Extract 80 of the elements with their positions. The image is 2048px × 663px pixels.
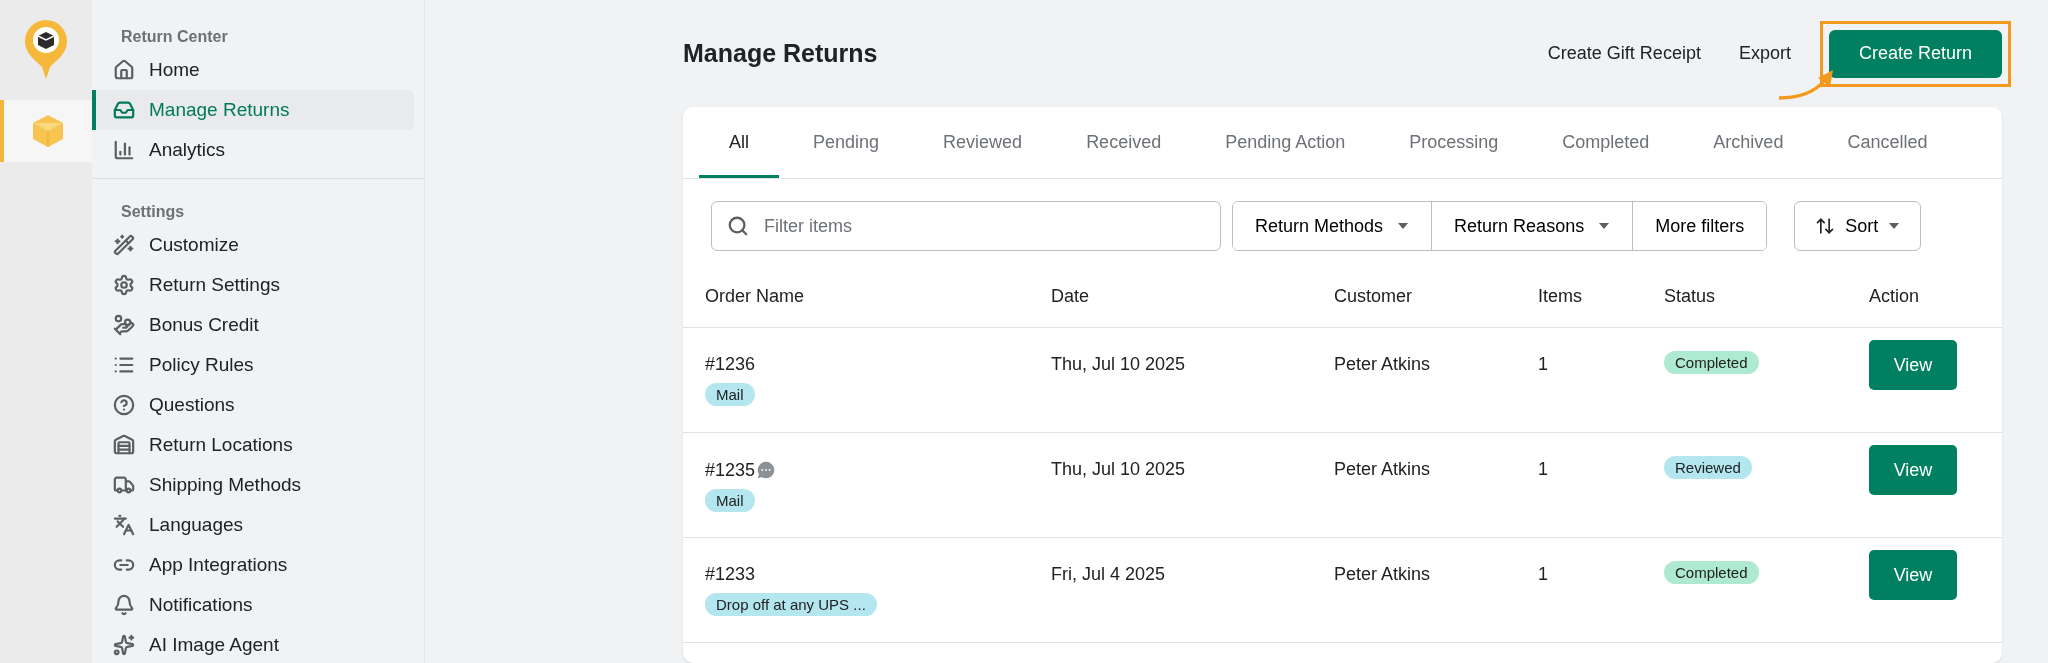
status-tab[interactable]: Cancelled [1817, 107, 1958, 178]
column-header: Order Name [705, 285, 806, 307]
sparkles-icon [113, 634, 135, 656]
return-method-tag: Drop off at any UPS ... [705, 593, 877, 616]
bar-chart-icon [113, 139, 135, 161]
warehouse-icon [113, 434, 135, 456]
status-tab[interactable]: Completed [1532, 107, 1680, 178]
hand-coins-icon [113, 314, 135, 336]
cube-icon [32, 114, 64, 148]
sidebar-item[interactable]: Return Locations [92, 425, 414, 465]
status-badge: Completed [1664, 351, 1759, 374]
status-tab[interactable]: Reviewed [913, 107, 1053, 178]
magic-wand-icon [113, 234, 135, 256]
sidebar-item[interactable]: Languages [92, 505, 414, 545]
sidebar-item[interactable]: Analytics [92, 130, 414, 170]
comment-icon [755, 459, 778, 481]
search-icon [727, 215, 749, 237]
status-tab[interactable]: Pending Action [1195, 107, 1376, 178]
header-action-link[interactable]: Create Gift Receipt [1547, 43, 1701, 64]
question-icon [113, 394, 135, 416]
table-cell-text: Peter Atkins [1334, 459, 1432, 481]
settings-icon [113, 274, 135, 296]
view-button[interactable]: View [1869, 550, 1957, 600]
sidebar-item[interactable]: Return Settings [92, 265, 414, 305]
sidebar-item[interactable]: App Integrations [92, 545, 414, 585]
column-header: Action [1869, 285, 1921, 307]
table-cell-text: 1 [1538, 459, 1549, 481]
table-cell-text: Fri, Jul 4 2025 [1051, 564, 1167, 586]
inbox-icon [113, 99, 135, 121]
order-number: #1235 [705, 459, 756, 481]
truck-icon [113, 474, 135, 496]
column-header: Customer [1334, 285, 1414, 307]
status-tab[interactable]: Received [1056, 107, 1192, 178]
status-badge: Reviewed [1664, 456, 1752, 479]
return-method-tag: Mail [705, 383, 755, 406]
status-tab[interactable]: Processing [1379, 107, 1529, 178]
rail-app-item[interactable] [0, 100, 92, 162]
sidebar-item[interactable]: Customize [92, 225, 414, 265]
return-method-tag: Mail [705, 489, 755, 512]
table-cell-text: 1 [1538, 354, 1549, 376]
column-header: Status [1664, 285, 1717, 307]
caret-icon [1397, 222, 1410, 230]
table-cell-text: 1 [1538, 564, 1549, 586]
sidebar-item[interactable]: Manage Returns [92, 90, 414, 130]
status-badge: Completed [1664, 561, 1759, 584]
sidebar-item[interactable]: Shipping Methods [92, 465, 414, 505]
sidebar-item[interactable]: Notifications [92, 585, 414, 625]
sidebar-item[interactable]: AI Image Agent [92, 625, 414, 663]
view-button[interactable]: View [1869, 445, 1957, 495]
list-icon [113, 354, 135, 376]
bell-icon [113, 594, 135, 616]
sidebar-item[interactable]: Policy Rules [92, 345, 414, 385]
table-cell-text: Thu, Jul 10 2025 [1051, 459, 1187, 481]
section-title: Return Center [120, 27, 229, 47]
table-cell-text: Thu, Jul 10 2025 [1051, 354, 1187, 376]
home-icon [113, 59, 135, 81]
caret-icon [1598, 222, 1611, 230]
sidebar-item[interactable]: Questions [92, 385, 414, 425]
sidebar-item[interactable]: Home [92, 50, 414, 90]
create-return-button[interactable]: Create Return [1828, 29, 2002, 78]
sort-button[interactable]: Sort [1794, 201, 1922, 251]
sidebar-item[interactable]: Bonus Credit [92, 305, 414, 345]
status-tab[interactable]: Archived [1683, 107, 1814, 178]
status-tab[interactable]: Pending [783, 107, 910, 178]
header-action-link[interactable]: Export [1738, 43, 1791, 64]
caret-icon [1888, 222, 1901, 230]
view-button[interactable]: View [1869, 340, 1957, 390]
translate-icon [113, 514, 135, 536]
column-header: Date [1051, 285, 1091, 307]
order-number: #1236 [705, 354, 756, 375]
order-number: #1233 [705, 564, 756, 585]
sort-icon [1815, 216, 1836, 236]
page-title: Manage Returns [683, 39, 879, 68]
column-header: Items [1538, 285, 1583, 307]
filter-search-field[interactable]: Filter items [711, 201, 1221, 251]
table-cell-text: Peter Atkins [1334, 564, 1432, 586]
section-title: Settings [120, 202, 186, 222]
table-cell-text: Peter Atkins [1334, 354, 1432, 376]
status-tab[interactable]: All [699, 107, 779, 178]
filter-button[interactable]: More filters [1632, 202, 1767, 250]
